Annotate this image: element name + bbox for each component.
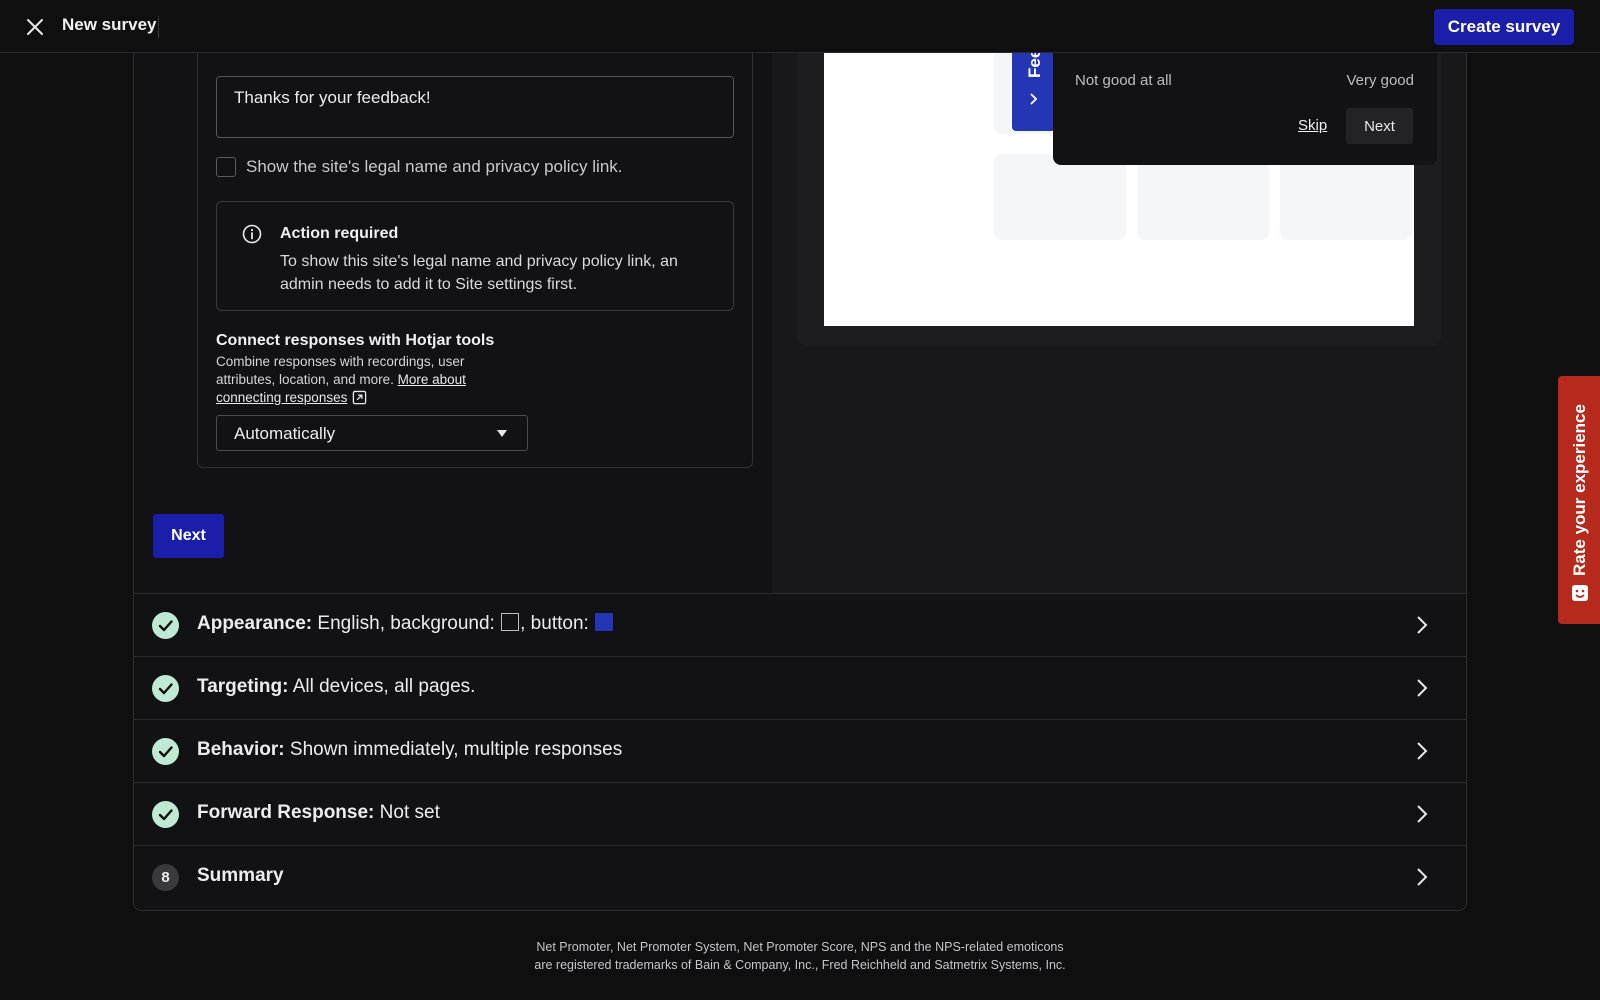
summary-label: Summary: [197, 865, 284, 886]
forward-response-summary: Forward Response: Not set: [197, 802, 440, 824]
scale-low-label: Not good at all: [1075, 72, 1172, 89]
button-color-swatch: [595, 613, 614, 631]
check-circle-icon: [152, 612, 179, 639]
behavior-summary: Behavior: Shown immediately, multiple re…: [197, 739, 622, 761]
behavior-value: Shown immediately, multiple responses: [289, 739, 623, 760]
chevron-right-icon: [1417, 805, 1428, 823]
page-title: New survey: [62, 15, 157, 34]
forward-response-label: Forward Response:: [197, 802, 375, 823]
thank-you-message-input[interactable]: [216, 76, 734, 138]
legal-checkbox-row[interactable]: Show the site's legal name and privacy p…: [216, 157, 623, 177]
create-survey-button[interactable]: Create survey: [1434, 9, 1574, 45]
appearance-value-mid: , button:: [520, 613, 589, 634]
chevron-right-icon: [1030, 93, 1038, 105]
placeholder-block: [1280, 154, 1412, 240]
preview-skip-link: Skip: [1298, 117, 1328, 134]
title-divider: [158, 16, 159, 38]
targeting-label: Targeting:: [197, 676, 289, 697]
chevron-right-icon: [1417, 742, 1428, 760]
preview-column: Feedback Not good at all Very good Skip …: [772, 0, 1466, 593]
appearance-section[interactable]: Appearance: English, background: , butto…: [134, 593, 1466, 656]
check-circle-icon: [152, 801, 179, 828]
targeting-summary: Targeting: All devices, all pages.: [197, 676, 475, 698]
targeting-value: All devices, all pages.: [292, 676, 476, 697]
connect-responses-title: Connect responses with Hotjar tools: [216, 332, 495, 349]
behavior-label: Behavior:: [197, 739, 285, 760]
appearance-value: English, background:: [317, 613, 495, 634]
preview-next-button: Next: [1346, 108, 1413, 144]
survey-editor-card: Show the site's legal name and privacy p…: [133, 0, 1467, 911]
legal-checkbox-label: Show the site's legal name and privacy p…: [246, 157, 623, 176]
smiley-icon: [1572, 585, 1588, 601]
placeholder-block: [1137, 154, 1269, 240]
chevron-right-icon: [1417, 868, 1428, 886]
rate-tab-label: Rate your experience: [1570, 404, 1589, 576]
forward-response-value: Not set: [379, 802, 440, 823]
close-button[interactable]: [22, 14, 48, 40]
info-icon: [242, 224, 262, 244]
forward-response-section[interactable]: Forward Response: Not set: [134, 782, 1466, 845]
footer-line-1: Net Promoter, Net Promoter System, Net P…: [536, 940, 1064, 954]
external-link-icon: [353, 390, 367, 405]
chevron-right-icon: [1417, 679, 1428, 697]
behavior-section[interactable]: Behavior: Shown immediately, multiple re…: [134, 719, 1466, 782]
appearance-summary: Appearance: English, background: , butto…: [197, 613, 614, 635]
step-form-column: Show the site's legal name and privacy p…: [134, 0, 772, 593]
next-step-button[interactable]: Next: [153, 514, 224, 558]
summary-summary: Summary: [197, 865, 284, 887]
chevron-right-icon: [1417, 616, 1428, 634]
summary-section[interactable]: 8 Summary: [134, 845, 1466, 909]
trademark-footer: Net Promoter, Net Promoter System, Net P…: [0, 938, 1600, 974]
action-required-alert: Action required To show this site's lega…: [216, 201, 734, 311]
alert-title: Action required: [280, 225, 399, 242]
legal-checkbox[interactable]: [216, 157, 236, 177]
background-color-swatch: [501, 613, 520, 631]
check-circle-icon: [152, 738, 179, 765]
connect-responses-select[interactable]: Automatically: [216, 415, 528, 451]
check-circle-icon: [152, 675, 179, 702]
placeholder-block: [994, 154, 1126, 240]
footer-line-2: are registered trademarks of Bain & Comp…: [534, 958, 1066, 972]
top-bar: New survey Create survey: [0, 0, 1600, 53]
select-value: Automatically: [234, 424, 336, 443]
close-icon: [27, 19, 43, 35]
rate-your-experience-tab[interactable]: Rate your experience: [1558, 376, 1600, 624]
scale-high-label: Very good: [1346, 72, 1414, 89]
caret-down-icon: [497, 430, 507, 437]
connect-responses-description: Combine responses with recordings, user …: [216, 353, 506, 407]
alert-body: To show this site's legal name and priva…: [280, 253, 678, 293]
step-number-badge: 8: [152, 864, 179, 891]
targeting-section[interactable]: Targeting: All devices, all pages.: [134, 656, 1466, 719]
appearance-label: Appearance:: [197, 613, 313, 634]
